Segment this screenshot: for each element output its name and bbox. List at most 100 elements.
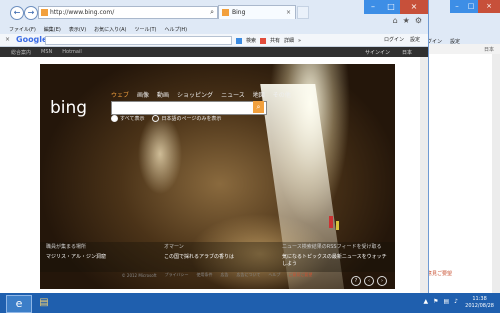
bg-maximize-button[interactable]: □	[464, 0, 478, 13]
region-link[interactable]: 日本	[402, 49, 412, 56]
tray-expand-icon[interactable]: ▲	[423, 298, 428, 305]
tray-volume-icon[interactable]: ♪	[454, 298, 458, 305]
menu-file[interactable]: ファイル(F)	[9, 26, 36, 33]
search-options: すべて表示 日本語のページのみを表示	[111, 115, 221, 122]
search-icon[interactable]: ⌕	[210, 8, 214, 17]
back-button[interactable]: ←	[10, 6, 24, 20]
bg-close-button[interactable]: ×	[478, 0, 500, 13]
search-icon[interactable]	[236, 37, 242, 44]
footer-ads[interactable]: 広告	[220, 272, 228, 278]
address-url[interactable]: http://www.bing.com/	[50, 9, 114, 16]
toolbar-close-icon[interactable]: ×	[5, 36, 10, 43]
new-tab-button[interactable]	[297, 6, 309, 19]
tab-bing[interactable]: Bing ×	[218, 5, 296, 19]
explorer-figure	[336, 221, 339, 230]
feature-text[interactable]: この国で採れるアラブの香りは	[164, 253, 270, 260]
top-link-hotmail[interactable]: Hotmail	[62, 49, 82, 56]
tray-network-icon[interactable]: ▤	[443, 298, 449, 305]
bg-window-controls: – □ ×	[450, 0, 500, 13]
maximize-button[interactable]: □	[382, 0, 400, 14]
footer-about-ads[interactable]: 広告について	[236, 272, 260, 278]
bing-top-links: 総合案内 MSN Hotmail	[11, 49, 82, 56]
radio-all-label: すべて表示	[120, 116, 145, 122]
taskbar-clock[interactable]: 11:38 2012/08/28	[465, 296, 494, 310]
nav-web[interactable]: ウェブ	[111, 90, 129, 99]
footer-help[interactable]: ヘルプ	[268, 272, 280, 278]
menu-edit[interactable]: 編集(E)	[44, 26, 61, 33]
bing-page: 総合案内 MSN Hotmail サインイン 日本 bing ウェブ 画像 動画…	[0, 47, 428, 293]
home-icon[interactable]: ⌂	[393, 16, 398, 25]
bg-window-scrollbar[interactable]	[492, 54, 500, 293]
more-chevron-icon[interactable]: »	[298, 38, 301, 44]
favorites-star-icon[interactable]: ★	[403, 16, 410, 25]
search-nav: ウェブ 画像 動画 ショッピング ニュース 地図 その他	[111, 90, 291, 99]
signin-link[interactable]: サインイン	[365, 49, 390, 56]
nav-news[interactable]: ニュース	[221, 90, 245, 99]
bg-region-label[interactable]: 日本	[484, 46, 494, 53]
radio-all-icon[interactable]	[111, 115, 118, 122]
bing-logo: bing	[50, 98, 87, 118]
feature-text[interactable]: 気になるトピックスの最新ニュースをウォッチしよう	[282, 253, 388, 267]
google-logo[interactable]: Google	[16, 35, 47, 44]
tray-flag-icon[interactable]: ⚑	[433, 298, 438, 305]
radio-japanese[interactable]: 日本語のページのみを表示	[152, 115, 221, 122]
bg-window-subbar: 日本	[418, 44, 500, 54]
close-button[interactable]: ×	[400, 0, 428, 14]
bing-search-button[interactable]: ⌕	[253, 101, 264, 113]
feature-item[interactable]: ニュース検索結果のRSSフィードを受け取る 気になるトピックスの最新ニュースをウ…	[276, 242, 394, 272]
feature-strip: 職員が集まる場所 マジリス・アル・ジン洞窟 オマーン この国で採れるアラブの香り…	[40, 242, 395, 272]
bing-logo-text: bing	[50, 98, 88, 118]
google-login-label[interactable]: ログイン	[384, 36, 404, 43]
address-bar[interactable]: http://www.bing.com/ ⌕	[38, 6, 218, 19]
nav-shopping[interactable]: ショッピング	[177, 90, 213, 99]
feature-heading: オマーン	[164, 244, 184, 250]
radio-japanese-icon[interactable]	[152, 115, 160, 122]
taskbar-explorer-icon[interactable]: ▤	[34, 295, 54, 311]
nav-images[interactable]: 画像	[137, 90, 149, 99]
nav-more[interactable]: その他	[273, 90, 291, 99]
feature-item[interactable]: オマーン この国で採れるアラブの香りは	[158, 242, 276, 272]
browser-titlebar: ← → http://www.bing.com/ ⌕ Bing × – □ × …	[0, 0, 428, 25]
tab-close-icon[interactable]: ×	[286, 9, 291, 16]
forward-button[interactable]: →	[24, 6, 38, 20]
google-more-label[interactable]: 詳細	[284, 37, 294, 44]
bg-minimize-button[interactable]: –	[450, 0, 464, 13]
nav-maps[interactable]: 地図	[253, 90, 265, 99]
window-controls: – □ ×	[364, 0, 428, 14]
footer-copyright: © 2012 Microsoft	[121, 272, 157, 278]
top-link-msn[interactable]: MSN	[41, 49, 52, 56]
taskbar: e ▤ ▲ ⚑ ▤ ♪ 11:38 2012/08/28	[0, 293, 500, 313]
background-window[interactable]: – □ × ログイン 設定 日本 ご意見ご要望	[418, 0, 500, 293]
radio-all[interactable]: すべて表示	[111, 115, 144, 122]
google-settings-label[interactable]: 設定	[410, 36, 420, 43]
taskbar-ie-icon[interactable]: e	[6, 295, 32, 313]
nav-videos[interactable]: 動画	[157, 90, 169, 99]
clock-time: 11:38	[472, 296, 487, 302]
footer-privacy[interactable]: プライバシー	[165, 272, 189, 278]
google-toolbar: × Google 検索 共有 詳細 » ログイン 設定	[0, 34, 428, 47]
bing-favicon-icon	[41, 9, 48, 16]
page-scrollbar[interactable]	[420, 57, 428, 293]
google-share-label[interactable]: 共有	[270, 37, 280, 44]
footer-terms[interactable]: 使用条件	[196, 272, 212, 278]
menu-bar: ファイル(F) 編集(E) 表示(V) お気に入り(A) ツール(T) ヘルプ(…	[0, 25, 437, 34]
bing-top-bar: 総合案内 MSN Hotmail サインイン 日本	[0, 47, 428, 57]
share-icon[interactable]	[260, 37, 267, 44]
feature-text[interactable]: マジリス・アル・ジン洞窟	[46, 253, 152, 260]
google-search-label[interactable]: 検索	[246, 37, 256, 44]
browser-right-icons: ⌂ ★ ⚙	[393, 16, 422, 25]
menu-tools[interactable]: ツール(T)	[135, 26, 157, 33]
google-search-input[interactable]	[45, 36, 232, 45]
bing-footer: © 2012 Microsoft プライバシー 使用条件 広告 広告について ヘ…	[0, 269, 428, 281]
top-link-overview[interactable]: 総合案内	[11, 49, 31, 56]
bing-search-input[interactable]	[111, 101, 267, 115]
gear-icon[interactable]: ⚙	[415, 16, 422, 25]
minimize-button[interactable]: –	[364, 0, 382, 14]
feature-item[interactable]: 職員が集まる場所 マジリス・アル・ジン洞窟	[40, 242, 158, 272]
menu-view[interactable]: 表示(V)	[69, 26, 86, 33]
footer-feedback[interactable]: ご意見ご要望	[288, 272, 312, 278]
feature-heading: 職員が集まる場所	[46, 244, 87, 250]
clock-date: 2012/08/28	[465, 303, 494, 309]
menu-favorites[interactable]: お気に入り(A)	[94, 26, 126, 33]
menu-help[interactable]: ヘルプ(H)	[164, 26, 187, 33]
